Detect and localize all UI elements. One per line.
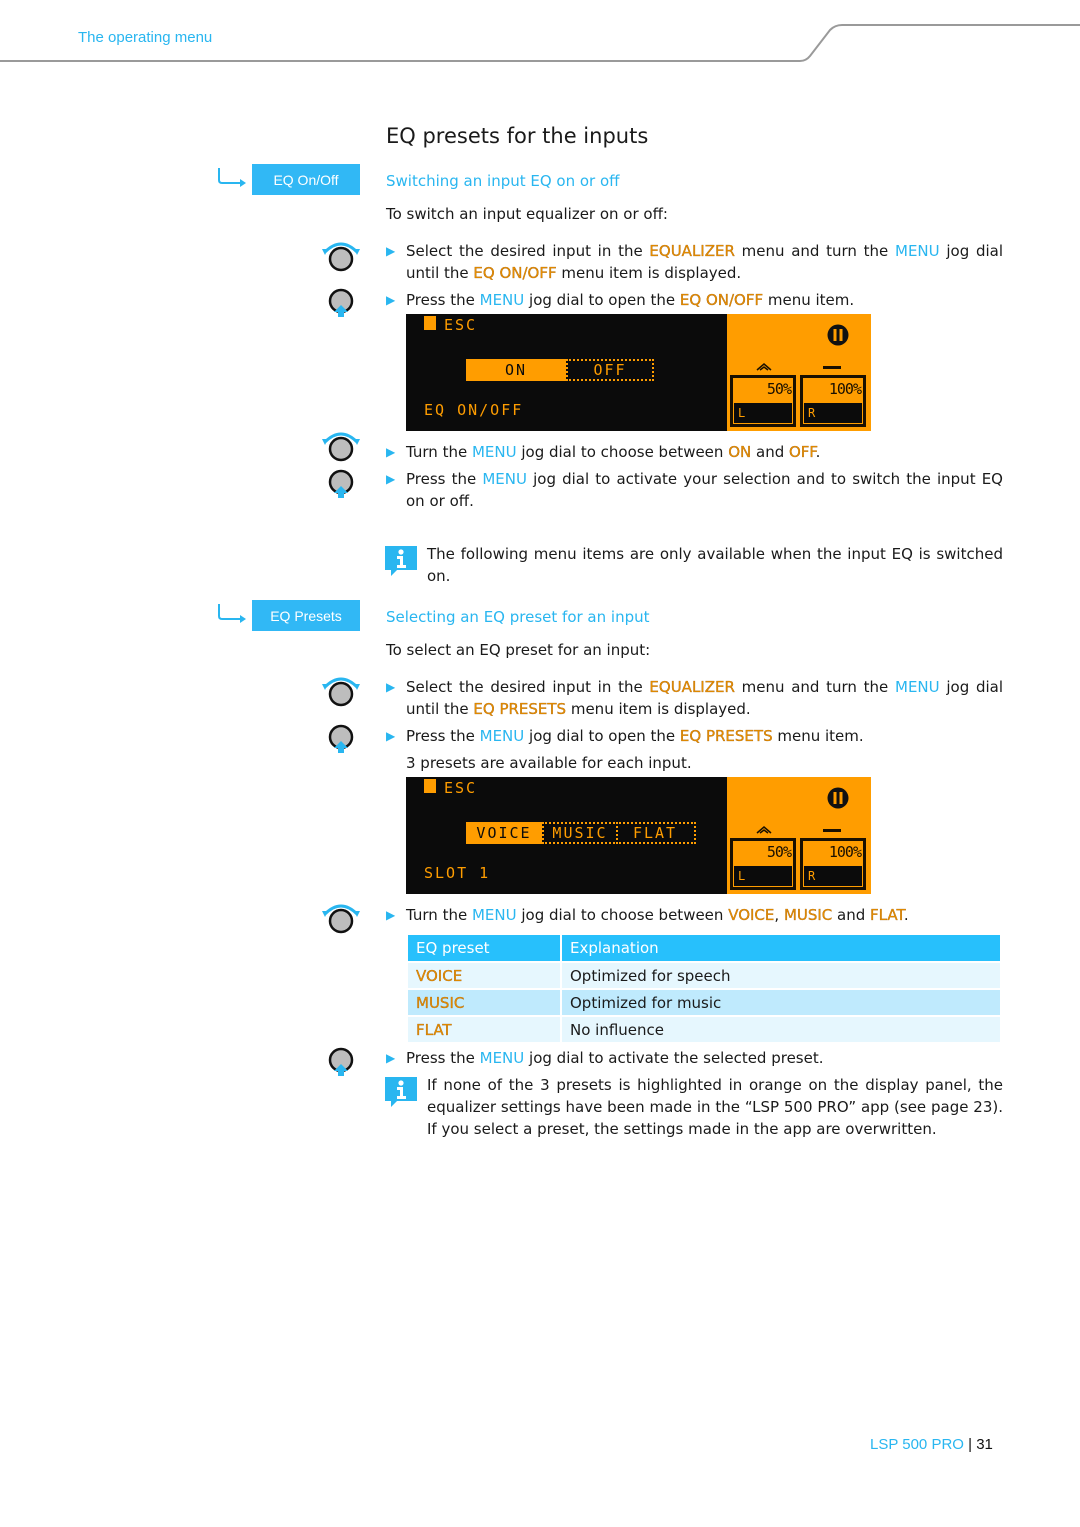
- level-bar-icon: [823, 366, 841, 369]
- step-result: 3 presets are available for each input.: [406, 754, 692, 772]
- page-number: 31: [976, 1436, 993, 1453]
- info-note: If none of the 3 presets is highlighted …: [427, 1076, 1003, 1138]
- bullet-arrow-icon: ▶: [386, 472, 396, 486]
- preset-cell: FLAT: [408, 1015, 560, 1042]
- table-row: VOICE Optimized for speech: [408, 961, 1000, 988]
- bullet-arrow-icon: ▶: [386, 244, 396, 258]
- display-footer-label: SLOT 1: [424, 864, 491, 882]
- menu-path-arrow-icon: [218, 604, 246, 623]
- pause-icon: [827, 324, 849, 346]
- turn-jog-dial-icon: [322, 904, 360, 934]
- option-on: ON: [466, 359, 566, 381]
- step-activate-preset: ▶ Press the MENU jog dial to activate th…: [386, 1049, 824, 1067]
- meter-left: 50% L: [730, 838, 796, 890]
- option-off: OFF: [566, 359, 654, 381]
- table-row: MUSIC Optimized for music: [408, 988, 1000, 1015]
- section-intro: To select an EQ preset for an input:: [386, 641, 651, 659]
- step-open-menu-item: ▶ Press the MENU jog dial to open the EQ…: [386, 727, 864, 745]
- meter-panel: 50% L 100% R: [727, 314, 871, 431]
- step-select-input: ▶ Select the desired input in the EQUALI…: [386, 242, 1003, 282]
- table-row: FLAT No influence: [408, 1015, 1000, 1042]
- pause-icon: [827, 787, 849, 809]
- step-choose-preset: ▶ Turn the MENU jog dial to choose betwe…: [386, 906, 909, 924]
- menu-tag-eq-on-off: EQ On/Off: [252, 164, 360, 195]
- bullet-arrow-icon: ▶: [386, 293, 396, 307]
- press-jog-dial-icon: [328, 1047, 354, 1076]
- esc-label: ESC: [444, 779, 478, 797]
- step-choose-on-off: ▶ Turn the MENU jog dial to choose betwe…: [386, 443, 821, 461]
- column-header-explanation: Explanation: [562, 935, 1000, 961]
- bullet-arrow-icon: ▶: [386, 1051, 396, 1065]
- menu-path-arrow-icon: [218, 168, 246, 187]
- press-jog-dial-icon: [328, 288, 354, 317]
- preset-cell: VOICE: [408, 961, 560, 988]
- explanation-cell: No influence: [562, 1015, 1000, 1042]
- esc-indicator: [424, 316, 436, 330]
- section-heading-eq-on-off: Switching an input EQ on or off: [386, 172, 620, 190]
- footer-separator: |: [968, 1436, 973, 1453]
- meter-panel: 50% L 100% R: [727, 777, 871, 894]
- meter-right: 100% R: [800, 838, 866, 890]
- press-jog-dial-icon: [328, 469, 354, 498]
- eq-preset-table: EQ preset Explanation VOICE Optimized fo…: [406, 935, 1002, 1042]
- meter-left: 50% L: [730, 375, 796, 427]
- section-heading-eq-presets: Selecting an EQ preset for an input: [386, 608, 650, 626]
- mute-up-icon: [756, 826, 772, 834]
- info-icon: [385, 546, 417, 576]
- explanation-cell: Optimized for speech: [562, 961, 1000, 988]
- page-footer: LSP 500 PRO | 31: [870, 1436, 993, 1453]
- menu-tag-eq-presets: EQ Presets: [252, 600, 360, 631]
- turn-jog-dial-icon: [322, 432, 360, 462]
- option-flat: FLAT: [616, 822, 696, 844]
- step-open-menu-item: ▶ Press the MENU jog dial to open the EQ…: [386, 291, 855, 309]
- product-name: LSP 500 PRO: [870, 1436, 964, 1453]
- step-select-input: ▶ Select the desired input in the EQUALI…: [386, 678, 1003, 718]
- bullet-arrow-icon: ▶: [386, 729, 396, 743]
- press-jog-dial-icon: [328, 724, 354, 753]
- display-footer-label: EQ ON/OFF: [424, 401, 524, 419]
- esc-label: ESC: [444, 316, 478, 334]
- preset-cell: MUSIC: [408, 988, 560, 1015]
- page-title: EQ presets for the inputs: [386, 124, 649, 148]
- bullet-arrow-icon: ▶: [386, 680, 396, 694]
- explanation-cell: Optimized for music: [562, 988, 1000, 1015]
- header-rule: [0, 24, 1080, 62]
- option-voice: VOICE: [466, 822, 542, 844]
- meter-right: 100% R: [800, 375, 866, 427]
- option-music: MUSIC: [542, 822, 618, 844]
- turn-jog-dial-icon: [322, 677, 360, 707]
- section-intro: To switch an input equalizer on or off:: [386, 205, 668, 223]
- turn-jog-dial-icon: [322, 242, 360, 272]
- column-header-preset: EQ preset: [408, 935, 560, 961]
- step-activate-selection: ▶ Press the MENU jog dial to activate yo…: [386, 470, 1003, 510]
- display-panel-eq-presets: ESC VOICE MUSIC FLAT SLOT 1 50% L 100% R: [406, 777, 871, 894]
- mute-up-icon: [756, 363, 772, 371]
- info-note: The following menu items are only availa…: [427, 545, 1003, 585]
- bullet-arrow-icon: ▶: [386, 908, 396, 922]
- bullet-arrow-icon: ▶: [386, 445, 396, 459]
- info-icon: [385, 1077, 417, 1107]
- esc-indicator: [424, 779, 436, 793]
- level-bar-icon: [823, 829, 841, 832]
- table-header-row: EQ preset Explanation: [408, 935, 1000, 961]
- display-panel-eq-on-off: ESC ON OFF EQ ON/OFF 50% L 100% R: [406, 314, 871, 431]
